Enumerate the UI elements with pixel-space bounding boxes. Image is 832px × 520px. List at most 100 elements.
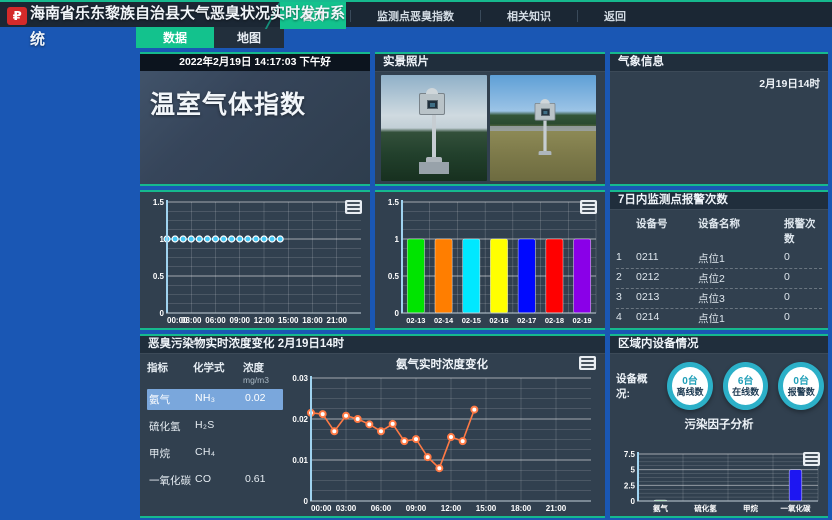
svg-text:12:00: 12:00 (441, 504, 462, 513)
online-count-badge: 6台 在线数 (723, 362, 769, 410)
svg-text:氨气: 氨气 (653, 503, 668, 513)
svg-text:02-19: 02-19 (573, 316, 592, 325)
svg-text:12:00: 12:00 (254, 316, 275, 325)
chart-menu-icon[interactable] (345, 200, 362, 214)
svg-text:1: 1 (395, 235, 400, 244)
alarm-cell: 4 (616, 311, 636, 326)
alarm-table-row[interactable]: 30213点位30 (616, 289, 822, 309)
datetime-text: 2022年2月19日 14:17:03 下午好 (140, 54, 370, 71)
alarm-panel: 7日内监测点报警次数 设备号 设备名称 报警次数 10211点位1020212点… (610, 190, 828, 330)
alarm-table-row[interactable]: 50215点位20 (616, 329, 822, 330)
alarm-cell: 0 (784, 251, 822, 266)
pollutant-cell: 氨气 (149, 392, 195, 407)
pollutant-cell (245, 419, 285, 434)
svg-text:06:00: 06:00 (371, 504, 392, 513)
pollutant-cell: H₂S (195, 419, 245, 434)
nav-item-knowledge[interactable]: 相关知识 (485, 2, 573, 29)
pollutant-cell: 甲烷 (149, 446, 195, 461)
pollutant-cell: 一氧化碳 (149, 473, 195, 488)
alarm-cell: 0212 (636, 271, 698, 286)
monitor-device-1 (419, 93, 449, 174)
svg-text:0: 0 (395, 309, 400, 318)
greenhouse-trend-panel: 00.511.500:0003:0006:0009:0012:0015:0018… (140, 190, 370, 330)
pollutant-row[interactable]: 甲烷CH₄ (147, 443, 283, 464)
alarm-cell: 0214 (636, 311, 698, 326)
greenhouse-dots-chart: 00.511.500:0003:0006:0009:0012:0015:0018… (142, 196, 368, 326)
svg-text:09:00: 09:00 (406, 504, 427, 513)
col-concentration: 浓度 (243, 360, 283, 375)
svg-text:2.5: 2.5 (624, 481, 636, 490)
nav-item-odor-index[interactable]: 监测点恶臭指数 (355, 2, 476, 29)
svg-text:00:00: 00:00 (311, 504, 332, 513)
alarm-cell: 3 (616, 291, 636, 306)
svg-text:0.5: 0.5 (153, 272, 165, 281)
alarm-table-row[interactable]: 40214点位10 (616, 309, 822, 329)
svg-text:一氧化碳: 一氧化碳 (781, 503, 811, 513)
greenhouse-body: 温室气体指数 (140, 71, 370, 184)
col-formula: 化学式 (193, 360, 243, 375)
chart-menu-icon[interactable] (579, 356, 596, 370)
photos-panel: 实景照片 (375, 52, 605, 186)
svg-text:02-15: 02-15 (462, 316, 481, 325)
pollutant-table-body: 氨气NH₃0.02 硫化氢H₂S 甲烷CH₄ 一氧化碳CO0.61 (147, 389, 283, 491)
alarm-cell: 点位1 (698, 251, 784, 266)
ammonia-chart-title: 氨气实时浓度变化 (286, 356, 598, 372)
nav-separator (350, 10, 351, 22)
alarm-cell: 2 (616, 271, 636, 286)
chart-menu-icon[interactable] (580, 200, 597, 214)
app-title: 海南省乐东黎族自治县大气恶臭状况实时发布系 统 (30, 6, 348, 47)
svg-text:02-17: 02-17 (517, 316, 536, 325)
nav-separator (480, 10, 481, 22)
pollutant-cell: 硫化氢 (149, 419, 195, 434)
alarm-panel-title: 7日内监测点报警次数 (610, 192, 828, 210)
svg-text:06:00: 06:00 (205, 316, 226, 325)
site-photo-2[interactable] (490, 75, 596, 181)
greenhouse-title: 温室气体指数 (150, 85, 360, 121)
svg-text:0: 0 (631, 497, 636, 506)
ammonia-chart-wrap: 氨气实时浓度变化 00.010.020.0300:0003:0006:0009:… (286, 356, 598, 516)
pollutant-cell: 0.02 (245, 392, 285, 407)
svg-text:02-14: 02-14 (434, 316, 454, 325)
weather-date: 2月19日14时 (610, 72, 828, 95)
device-panel: 区域内设备情况 设备概况: 0台 离线数 6台 在线数 0台 报警数 污染因子分… (610, 334, 828, 518)
concentration-unit: mg/m3 (243, 375, 283, 385)
site-photo-1[interactable] (381, 75, 487, 181)
nav-separator (577, 10, 578, 22)
alarm-cell: 0 (784, 311, 822, 326)
svg-text:甲烷: 甲烷 (743, 503, 758, 513)
col-device-id: 设备号 (636, 216, 698, 246)
pollutant-cell: NH₃ (195, 392, 245, 407)
weather-panel-title: 气象信息 (610, 54, 828, 72)
svg-text:5: 5 (631, 466, 636, 475)
pollutant-row[interactable]: 硫化氢H₂S (147, 416, 283, 437)
svg-text:15:00: 15:00 (476, 504, 497, 513)
svg-text:02-13: 02-13 (406, 316, 425, 325)
offline-count: 0台 (682, 376, 698, 387)
alarm-table-row[interactable]: 10211点位10 (616, 249, 822, 269)
ammonia-line-chart: 00.010.020.0300:0003:0006:0009:0012:0015… (286, 372, 598, 514)
pollutant-table-header: 指标 化学式 浓度 mg/m3 (147, 360, 283, 385)
pollutant-row[interactable]: 氨气NH₃0.02 (147, 389, 283, 410)
app-title-line2: 统 (30, 32, 348, 47)
alarm-count: 0台 (793, 376, 809, 387)
alarm-table-row[interactable]: 20212点位20 (616, 269, 822, 289)
svg-text:21:00: 21:00 (546, 504, 567, 513)
svg-text:18:00: 18:00 (511, 504, 532, 513)
dashboard-stage: ₽ 首页 监测点恶臭指数 相关知识 返回 海南省乐东黎族自治县大气恶臭状况实时发… (0, 0, 832, 520)
photos-container (375, 72, 605, 184)
nav-item-back[interactable]: 返回 (582, 2, 648, 29)
chart-menu-icon[interactable] (803, 452, 820, 466)
daily-bars-chart: 00.511.502-1302-1402-1502-1602-1702-1802… (377, 196, 603, 326)
daily-index-panel: 00.511.502-1302-1402-1502-1602-1702-1802… (375, 190, 605, 330)
svg-text:0.5: 0.5 (388, 272, 400, 281)
weather-panel: 气象信息 2月19日14时 (610, 52, 828, 186)
app-title-line1: 海南省乐东黎族自治县大气恶臭状况实时发布系 (30, 5, 345, 22)
pollutant-cell: CO (195, 473, 245, 488)
svg-text:02-16: 02-16 (489, 316, 508, 325)
pollutant-cell (245, 446, 285, 461)
alarm-cell: 点位3 (698, 291, 784, 306)
svg-text:18:00: 18:00 (302, 316, 323, 325)
photos-panel-title: 实景照片 (375, 54, 605, 72)
alarm-table-body: 10211点位1020212点位2030213点位3040214点位105021… (616, 249, 822, 330)
pollutant-row[interactable]: 一氧化碳CO0.61 (147, 470, 283, 491)
